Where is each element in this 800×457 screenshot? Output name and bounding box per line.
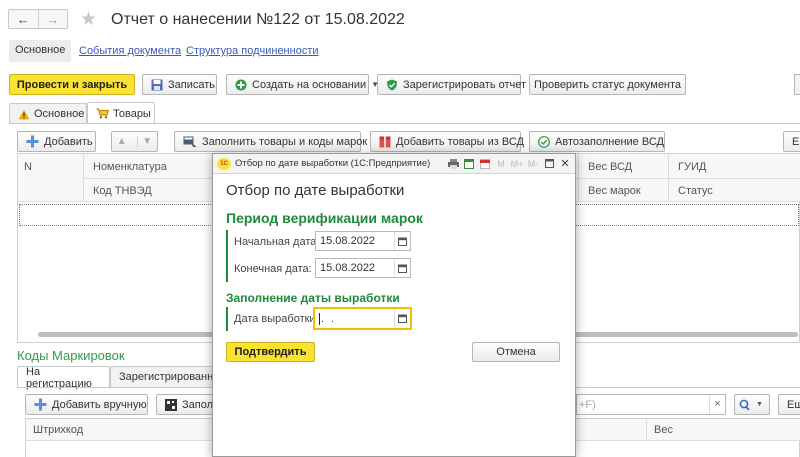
create-based-on-button[interactable]: Создать на основании ▼ (226, 74, 379, 95)
print-icon[interactable] (445, 156, 461, 172)
check-circle-icon (538, 135, 550, 148)
cart-icon (96, 108, 109, 119)
codes-search-input[interactable]: +F) × (576, 394, 726, 415)
add-manually-button[interactable]: Добавить вручную (25, 394, 148, 415)
post-and-close-button[interactable]: Провести и закрыть (9, 74, 135, 95)
col-divider (646, 419, 647, 441)
back-button[interactable]: ← (9, 10, 39, 28)
favorite-star-icon[interactable]: ★ (80, 8, 97, 31)
end-date-input[interactable]: 15.08.2022 (315, 258, 411, 278)
calendar-icon[interactable] (394, 259, 410, 277)
shield-icon (387, 79, 397, 90)
plus-icon (34, 398, 47, 411)
barcode-icon (165, 398, 177, 411)
nav-buttons: ← → (8, 9, 68, 29)
move-down-icon[interactable]: ▼ (136, 136, 158, 147)
save-button[interactable]: Записать (142, 74, 217, 95)
confirm-button[interactable]: Подтвердить (226, 342, 315, 362)
chevron-down-icon: ▼ (756, 401, 763, 408)
tab-main[interactable]: Основное (9, 103, 87, 124)
col-barcode: Штрихкод (33, 424, 84, 436)
dialog-title-bar: 1С Отбор по дате выработки (1С:Предприят… (213, 154, 575, 174)
section-link-structure[interactable]: Структура подчиненности (186, 45, 319, 57)
search-button[interactable]: ▼ (734, 394, 770, 415)
fill-table-icon (183, 136, 197, 147)
col-n: N (24, 161, 32, 173)
more-goods-button[interactable]: Е (783, 131, 800, 152)
memory-m-button[interactable]: M (493, 156, 509, 172)
text-cursor (319, 312, 320, 325)
production-date-label: Дата выработки: (234, 313, 319, 325)
col-weight: Вес (654, 424, 673, 436)
codes-section-title: Коды Маркировок (17, 348, 125, 363)
page-title: Отчет о нанесении №122 от 15.08.2022 (111, 11, 405, 28)
app-logo-icon: 1С (217, 157, 231, 170)
move-up-icon[interactable]: ▲ (112, 136, 132, 147)
col-nomenclature: Номенклатура (93, 161, 167, 173)
period-section-title: Период верификации марок (226, 210, 423, 226)
forward-button[interactable]: → (39, 10, 68, 28)
calendar-icon[interactable] (394, 232, 410, 250)
move-buttons: ▲ ▼ (111, 131, 158, 152)
end-date-label: Конечная дата: (234, 263, 312, 275)
col-tnved: Код ТНВЭД (93, 185, 152, 197)
box-icon (379, 136, 391, 147)
check-status-button[interactable]: Проверить статус документа (529, 74, 686, 95)
dialog-window-title: Отбор по дате выработки (1С:Предприятие) (235, 158, 431, 169)
tab-goods[interactable]: Товары (87, 102, 155, 124)
clear-search-icon[interactable]: × (709, 395, 725, 414)
add-from-vsd-button[interactable]: Добавить товары из ВСД (370, 131, 524, 152)
maximize-icon[interactable] (541, 156, 557, 172)
floppy-icon (151, 79, 163, 90)
tab-registered[interactable]: Зарегистрированны (110, 366, 221, 387)
autofill-vsd-button[interactable]: Автозаполнение ВСД (529, 131, 665, 152)
fill-date-section-bar (226, 307, 228, 331)
col-weight-marks: Вес марок (588, 185, 641, 197)
add-goods-button[interactable]: Добавить (17, 131, 96, 152)
section-link-main[interactable]: Основное (9, 40, 72, 62)
start-date-input[interactable]: 15.08.2022 (315, 231, 411, 251)
section-link-events[interactable]: События документа (79, 45, 181, 57)
col-weight-vsd: Вес ВСД (588, 161, 633, 173)
fill-date-section-title: Заполнение даты выработки (226, 291, 400, 305)
warning-icon (18, 109, 30, 119)
tab-strip-line (9, 123, 800, 124)
memory-m-minus-button[interactable]: M- (525, 156, 541, 172)
dialog-heading: Отбор по дате выработки (226, 182, 405, 199)
register-report-button[interactable]: Зарегистрировать отчет (377, 74, 526, 95)
memory-m-plus-button[interactable]: M+ (509, 156, 525, 172)
col-guid: ГУИД (678, 161, 707, 173)
spreadsheet-icon[interactable] (461, 156, 477, 172)
production-date-input[interactable]: . . (313, 307, 412, 330)
fill-goods-button[interactable]: Заполнить товары и коды марок (174, 131, 367, 152)
plus-icon (26, 135, 39, 148)
col-status: Статус (678, 185, 713, 197)
calendar-icon[interactable] (394, 309, 410, 328)
calendar-icon[interactable] (477, 156, 493, 172)
plus-circle-icon (235, 79, 247, 90)
start-date-label: Начальная дата: (234, 236, 320, 248)
date-filter-dialog: 1С Отбор по дате выработки (1С:Предприят… (212, 153, 576, 457)
tab-for-registration[interactable]: На регистрацию (17, 366, 110, 390)
period-section-bar (226, 230, 228, 282)
close-icon[interactable]: ✕ (557, 156, 573, 172)
toolbar-right-edge (794, 74, 800, 95)
cancel-button[interactable]: Отмена (472, 342, 560, 362)
search-icon (739, 399, 750, 410)
more-codes-button[interactable]: Ещ (778, 394, 800, 415)
